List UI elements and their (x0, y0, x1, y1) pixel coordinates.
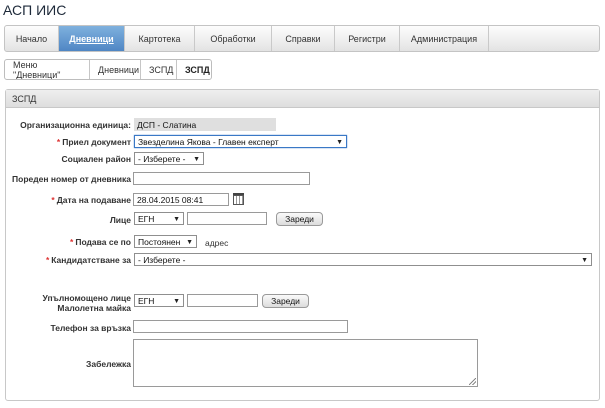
authorized-label-line2: Малолетна майка (57, 303, 131, 313)
authorized-id-type-select[interactable]: ЕГН ▼ (134, 294, 184, 307)
person-id-type-value: ЕГН (138, 213, 155, 224)
org-unit-label: Организационна единица: (20, 120, 131, 130)
chevron-down-icon: ▼ (173, 298, 180, 305)
address-suffix: адрес (205, 238, 229, 248)
breadcrumb-label: Меню "Дневници" (13, 59, 61, 80)
calendar-icon[interactable] (233, 193, 244, 205)
social-region-select[interactable]: - Изберете - ▼ (134, 152, 204, 165)
phone-label: Телефон за връзка (50, 323, 131, 333)
breadcrumb-label: Дневници (98, 64, 140, 75)
chevron-down-icon: ▼ (186, 239, 193, 246)
person-id-type-select[interactable]: ЕГН ▼ (134, 212, 184, 225)
tab-reports[interactable]: Справки (272, 26, 335, 51)
application-select[interactable]: - Изберете - ▼ (134, 253, 592, 266)
panel-title: ЗСПД (6, 90, 599, 108)
application-label: * Кандидатстване за (6, 255, 131, 265)
received-doc-select[interactable]: Звезделина Якова - Главен експерт ▼ (134, 135, 347, 148)
authorized-label-line1: Упълномощено лице (42, 293, 131, 303)
tab-administration[interactable]: Администрация (400, 26, 489, 51)
breadcrumb-current: ЗСПД (176, 60, 211, 79)
app-title: АСП ИИС (3, 2, 67, 18)
submission-date-label-text: Дата на подаване (56, 195, 131, 205)
tab-registers[interactable]: Регистри (335, 26, 400, 51)
received-doc-label-text: Приел документ (62, 137, 131, 147)
load-person-button[interactable]: Зареди (276, 212, 323, 226)
application-label-text: Кандидатстване за (51, 255, 131, 265)
submission-date-input[interactable] (133, 193, 229, 206)
required-mark: * (56, 137, 61, 147)
authorized-id-input[interactable] (187, 294, 258, 307)
resize-handle-icon[interactable] (469, 378, 476, 385)
note-label: Забележка (86, 359, 131, 369)
note-textarea[interactable] (133, 339, 478, 387)
person-label: Лице (109, 215, 131, 225)
submitted-by-value: Постоянен (138, 236, 181, 247)
submitted-by-label: * Подава се по (6, 237, 131, 247)
tab-processing[interactable]: Обработки (195, 26, 272, 51)
form-panel: ЗСПД Организационна единица: ДСП - Слати… (5, 89, 600, 401)
tab-journals[interactable]: Дневници (59, 26, 125, 51)
application-value: - Изберете - (138, 254, 186, 265)
submission-date-label: * Дата на подаване (6, 195, 131, 205)
phone-input[interactable] (133, 320, 348, 333)
submitted-by-label-text: Подава се по (75, 237, 131, 247)
main-nav: Начало Дневници Картотека Обработки Спра… (4, 25, 600, 52)
required-mark: * (70, 237, 74, 247)
tab-home[interactable]: Начало (5, 26, 59, 51)
journal-number-input[interactable] (133, 172, 310, 185)
chevron-down-icon: ▼ (581, 257, 588, 264)
load-authorized-button[interactable]: Зареди (262, 294, 309, 308)
journal-number-label: Пореден номер от дневника (12, 174, 131, 184)
social-region-label: Социален район (61, 154, 132, 164)
required-mark: * (45, 255, 50, 265)
chevron-down-icon: ▼ (173, 216, 180, 223)
breadcrumb-journals[interactable]: Дневници (89, 60, 140, 79)
org-unit-value: ДСП - Слатина (134, 118, 276, 131)
breadcrumb: Меню "Дневници" Дневници ЗСПД ЗСПД (4, 59, 212, 80)
breadcrumb-menu-journals[interactable]: Меню "Дневници" (5, 60, 89, 79)
authorized-label: Упълномощено лице Малолетна майка (6, 293, 131, 313)
received-doc-label: * Приел документ (6, 137, 131, 147)
submitted-by-select[interactable]: Постоянен ▼ (134, 235, 197, 248)
breadcrumb-label: ЗСПД (149, 64, 174, 75)
authorized-id-type-value: ЕГН (138, 295, 155, 306)
person-id-input[interactable] (187, 212, 267, 225)
required-mark: * (51, 195, 55, 205)
chevron-down-icon: ▼ (336, 139, 343, 146)
chevron-down-icon: ▼ (193, 156, 200, 163)
received-doc-value: Звезделина Якова - Главен експерт (138, 136, 279, 147)
breadcrumb-zspd[interactable]: ЗСПД (140, 60, 176, 79)
social-region-value: - Изберете - (138, 153, 186, 164)
tab-records[interactable]: Картотека (125, 26, 195, 51)
breadcrumb-label: ЗСПД (185, 64, 210, 75)
